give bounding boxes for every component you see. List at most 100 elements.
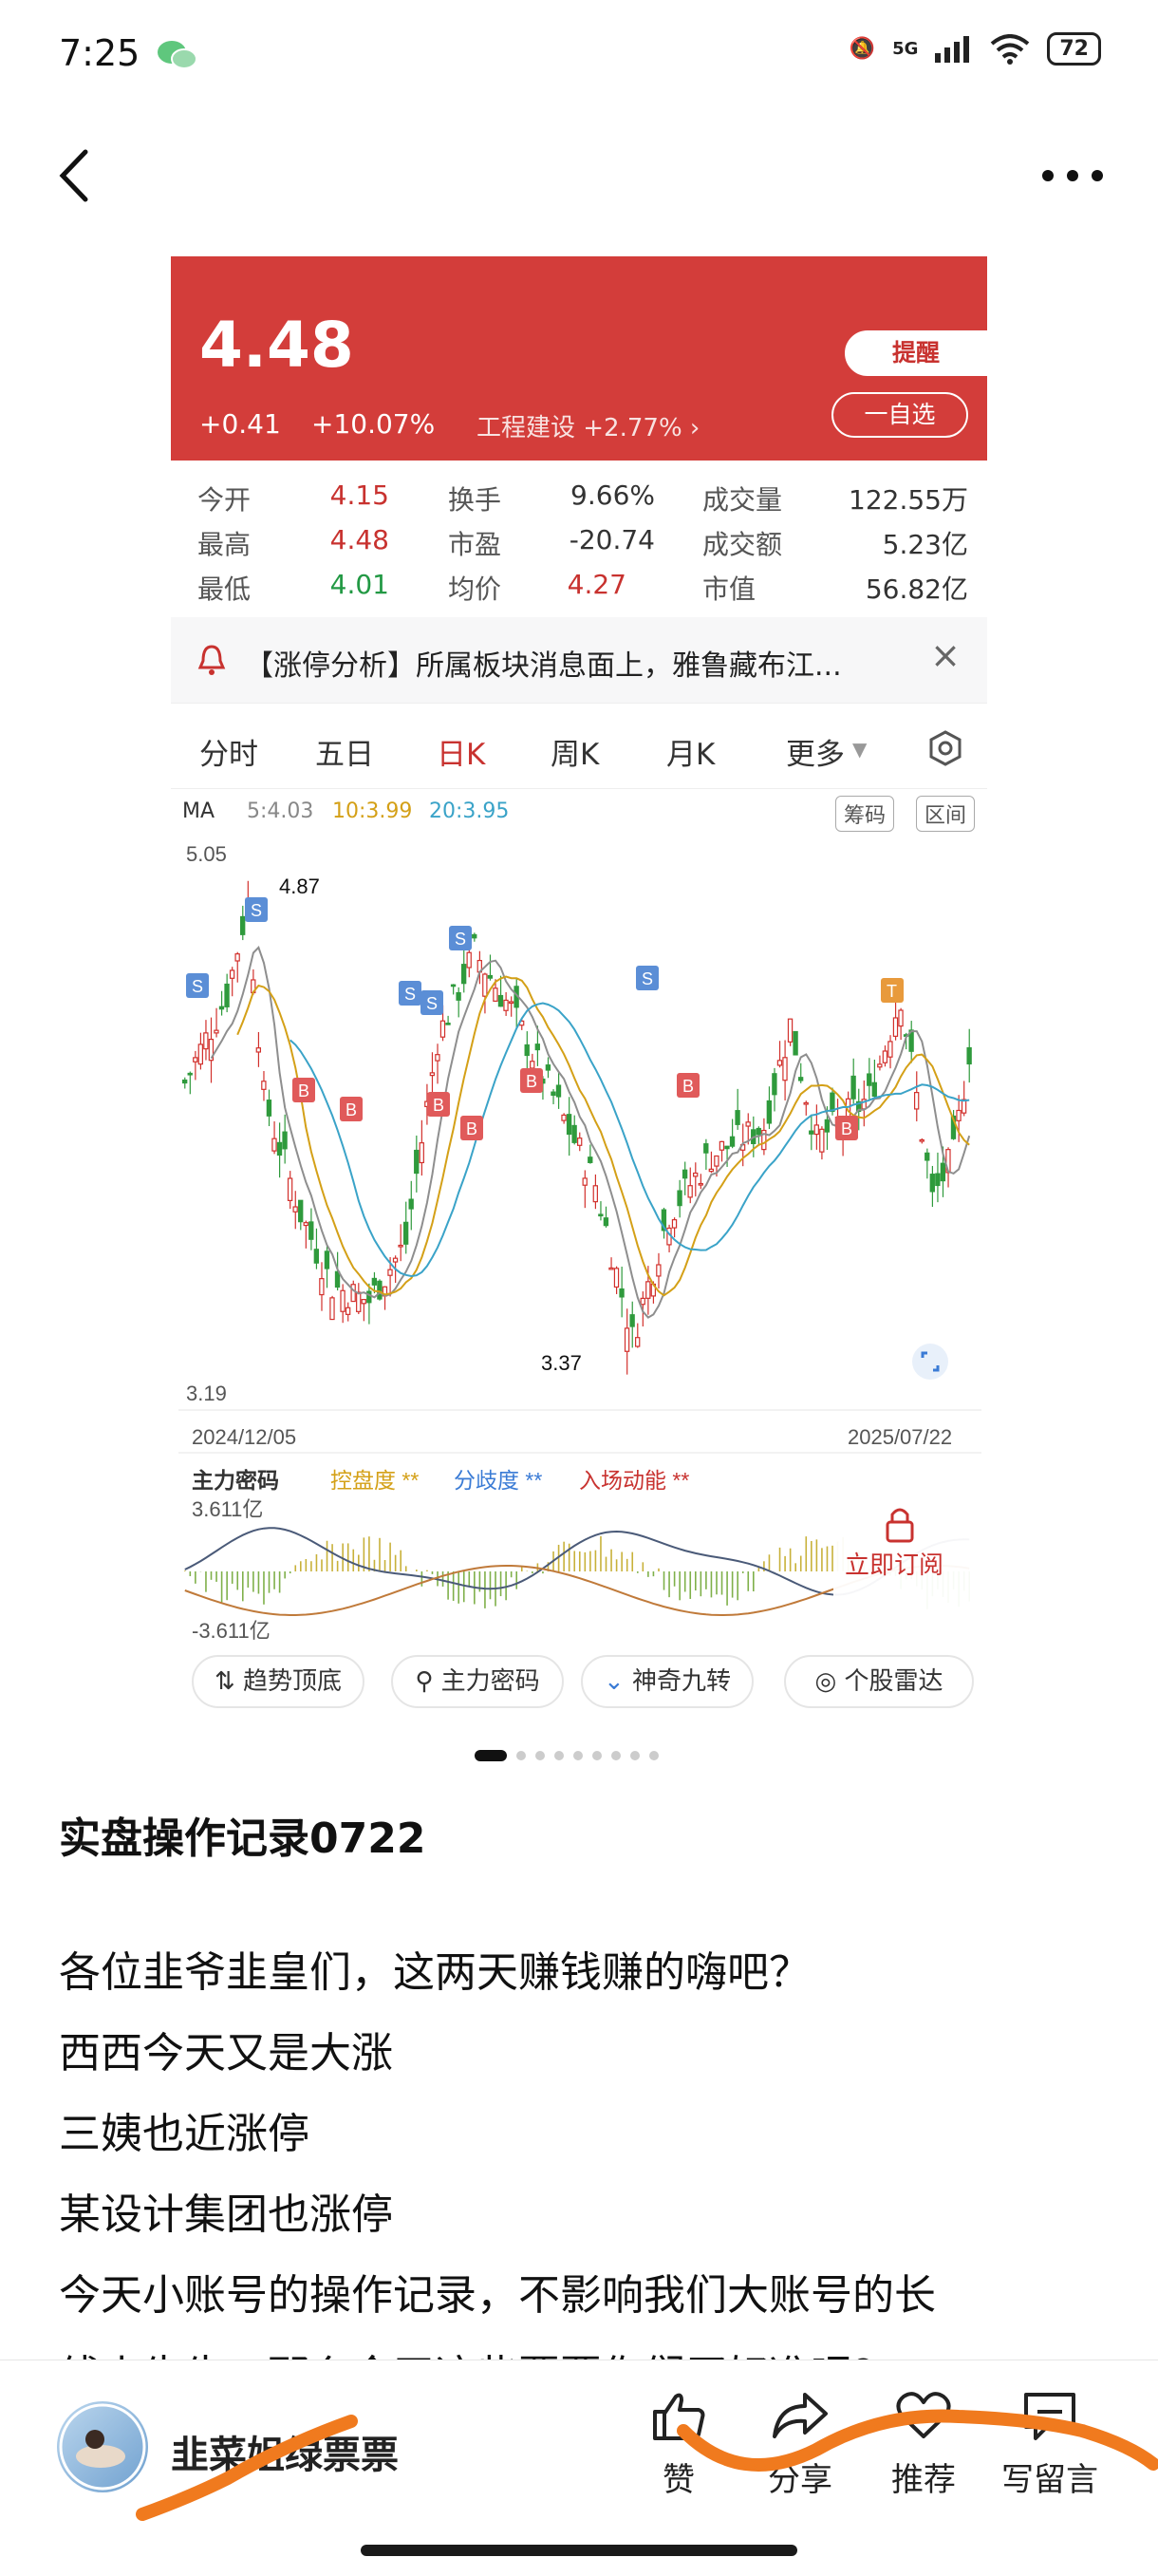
- tab-monthly-k: 月K: [666, 738, 716, 772]
- candle-body: [402, 1221, 409, 1245]
- candle-body: [892, 1017, 899, 1037]
- candle-body: [898, 1009, 904, 1027]
- comment-button[interactable]: 写留言: [993, 2389, 1107, 2500]
- candle-body: [435, 1054, 440, 1062]
- candle-body: [698, 1182, 703, 1186]
- candle-body: [472, 933, 477, 939]
- candle-body: [813, 1124, 819, 1136]
- candle-body: [671, 1219, 678, 1229]
- candle-body: [456, 991, 461, 1001]
- x-start-label: 2024/12/05: [192, 1425, 296, 1449]
- candle-body: [308, 1221, 314, 1240]
- buy-marker: B: [677, 1073, 700, 1098]
- candle-body: [830, 1092, 835, 1113]
- avg-label: 均价: [448, 573, 502, 605]
- candle-body: [345, 1307, 351, 1315]
- candle-body: [588, 1156, 593, 1163]
- candle-body: [193, 1057, 198, 1062]
- tool-code-label: 主力密码: [440, 1667, 540, 1696]
- like-label: 赞: [663, 2461, 695, 2499]
- volume-label: 成交量: [702, 484, 783, 516]
- pe-value: -20.74: [569, 524, 655, 555]
- candle-body: [218, 1006, 225, 1010]
- chip-distribution-button: 筹码: [835, 796, 895, 832]
- radar-icon: ◎: [814, 1667, 845, 1696]
- candle-body: [882, 1050, 888, 1063]
- bell-icon: [197, 645, 226, 675]
- open-label: 今开: [197, 484, 252, 516]
- svg-text:B: B: [346, 1100, 357, 1119]
- candle-body: [545, 1064, 551, 1071]
- sell-marker: S: [449, 926, 472, 950]
- candle-body: [298, 1199, 304, 1223]
- svg-text:S: S: [426, 994, 438, 1013]
- like-button[interactable]: 赞: [626, 2389, 731, 2500]
- back-button[interactable]: [47, 142, 104, 209]
- low-annotation: 3.37: [541, 1351, 582, 1375]
- key-icon: ⚲: [415, 1667, 441, 1696]
- candle-body: [497, 994, 504, 1007]
- carousel-indicator[interactable]: [475, 1750, 659, 1761]
- turnover-value: 9.66%: [570, 479, 655, 511]
- candle-body: [824, 1119, 831, 1133]
- candle-body: [929, 1174, 935, 1193]
- change-absolute: +0.41: [199, 408, 281, 440]
- recommend-button[interactable]: 推荐: [871, 2389, 976, 2500]
- candle-body: [392, 1257, 399, 1263]
- candle-body: [261, 1081, 267, 1090]
- candle-body: [619, 1288, 625, 1298]
- low-label: 最低: [197, 573, 252, 605]
- candle-body: [708, 1168, 715, 1173]
- svg-text:B: B: [841, 1119, 852, 1138]
- candle-body: [214, 1029, 219, 1034]
- high-label: 最高: [197, 529, 252, 560]
- candle-body: [782, 1057, 788, 1081]
- wechat-icon: [158, 41, 197, 69]
- sell-marker: S: [636, 966, 659, 990]
- candle-body: [797, 1077, 804, 1081]
- candle-body: [693, 1172, 699, 1177]
- author-name[interactable]: 韭菜姐绿票票: [171, 2424, 399, 2479]
- candle-body: [240, 915, 246, 935]
- candle-body: [292, 1206, 298, 1213]
- candle-body: [429, 1072, 436, 1077]
- signal-icon: [935, 35, 970, 63]
- candle-body: [803, 1101, 809, 1105]
- candle-body: [319, 1278, 325, 1296]
- close-icon: ×: [930, 634, 961, 676]
- candle-body: [508, 1001, 514, 1005]
- sell-marker: S: [399, 981, 421, 1006]
- candle-body: [603, 1217, 609, 1227]
- author-avatar[interactable]: [57, 2401, 148, 2492]
- share-button[interactable]: 分享: [748, 2389, 852, 2500]
- svg-text:B: B: [526, 1072, 537, 1091]
- indicator-bottom-label: -3.611亿: [192, 1619, 271, 1643]
- ma-row: MA 5:4.03 10:3.99 20:3.95 筹码 区间: [171, 788, 987, 836]
- post-title: 实盘操作记录0722: [59, 1814, 426, 1863]
- stock-screenshot[interactable]: 4.48 +0.41 +10.07% 工程建设 +2.77% › 提醒 一自选 …: [171, 256, 987, 1719]
- mcap-label: 市值: [702, 573, 756, 605]
- quote-header: 4.48 +0.41 +10.07% 工程建设 +2.77% › 提醒 一自选: [171, 256, 987, 461]
- thumbs-up-icon: [653, 2393, 705, 2440]
- candle-body: [551, 1091, 556, 1097]
- candle-body: [419, 1142, 424, 1164]
- candle-body: [356, 1291, 362, 1312]
- candle-body: [940, 1162, 946, 1182]
- chevron-icon: ⌄: [603, 1667, 633, 1696]
- candle-body: [850, 1075, 856, 1100]
- candle-body: [229, 969, 235, 979]
- home-indicator[interactable]: [361, 2545, 797, 2556]
- candle-body: [687, 1185, 693, 1198]
- candle-body: [735, 1110, 740, 1125]
- candle-body: [966, 1046, 972, 1065]
- tab-weekly-k: 周K: [551, 738, 600, 772]
- candle-body: [398, 1244, 403, 1248]
- candle-body: [361, 1299, 366, 1305]
- candle-body: [756, 1127, 761, 1136]
- sell-marker: S: [420, 990, 443, 1015]
- more-options-button[interactable]: [1035, 152, 1111, 199]
- tab-more: 更多: [786, 738, 845, 772]
- candle-body: [656, 1264, 662, 1277]
- candle-body: [482, 973, 488, 997]
- candle-body: [271, 1138, 277, 1152]
